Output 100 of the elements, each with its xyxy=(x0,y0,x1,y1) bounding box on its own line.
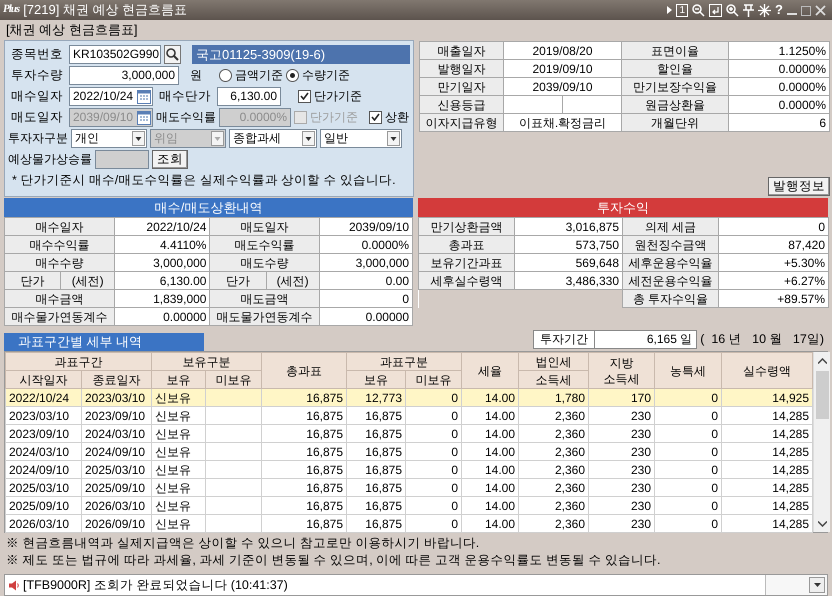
radio-label[interactable]: 수량기준 xyxy=(302,68,350,82)
row-label: 원금상환율 xyxy=(622,96,728,114)
table-cell: 16,875 xyxy=(262,442,346,460)
section-tab[interactable]: 과표구간별 세부 내역 xyxy=(4,333,204,351)
table-cell: 16,875 xyxy=(262,424,346,442)
table-cell: 2022/10/24 xyxy=(114,218,210,236)
row-label: 총과표 xyxy=(418,236,514,254)
help-button[interactable]: ? xyxy=(775,2,783,18)
table-cell: 0.00000 xyxy=(319,308,412,326)
search-button[interactable] xyxy=(164,44,181,64)
table-cell: 0 xyxy=(319,290,412,308)
scroll-up-icon[interactable] xyxy=(818,358,826,364)
table-cell: 0 xyxy=(406,514,462,532)
table-cell: 14,285 xyxy=(722,406,812,424)
column-header: 소득세 xyxy=(518,370,588,388)
section-header: 매수/매도상환내역 xyxy=(4,198,413,217)
column-header: 세율 xyxy=(462,352,518,388)
status-message: [TFB9000R] 조회가 완료되었습니다 (10:41:37) xyxy=(23,578,288,592)
column-header: 보유구분 xyxy=(152,352,262,370)
table-cell: 0 xyxy=(654,496,722,514)
table-cell: 14.00 xyxy=(462,478,518,496)
column-header: 법인세 xyxy=(518,352,588,370)
table-cell: 14.00 xyxy=(462,460,518,478)
code-field[interactable]: KR103502G990 xyxy=(69,44,161,64)
maximize-icon[interactable] xyxy=(801,4,811,16)
quantity-field[interactable]: 3,000,000 xyxy=(69,66,179,84)
table-cell: 230 xyxy=(588,478,654,496)
table-cell: 2039/09/10 xyxy=(504,78,622,96)
table-cell: 14,285 xyxy=(722,460,812,478)
issue-info-button[interactable]: 발행정보 xyxy=(768,177,830,196)
radio-button[interactable] xyxy=(219,68,232,82)
table-cell: 14.00 xyxy=(462,388,518,406)
dropdown[interactable]: 일반 xyxy=(320,128,402,148)
zoom-out-icon[interactable] xyxy=(692,4,706,16)
search-icon xyxy=(166,48,179,60)
enter-icon[interactable] xyxy=(709,4,722,16)
scrollbar-thumb[interactable] xyxy=(816,371,828,419)
table-cell: 2025/03/10 xyxy=(82,460,152,478)
column-header: 시작일자 xyxy=(6,370,82,388)
caret-icon[interactable] xyxy=(667,6,672,14)
table-cell: 2023/03/10 xyxy=(6,406,82,424)
close-icon[interactable] xyxy=(815,4,826,16)
dropdown-button[interactable] xyxy=(809,577,825,593)
table-cell: 0.0000% xyxy=(728,60,830,78)
table-cell: 16,875 xyxy=(262,388,346,406)
asterisk-icon[interactable] xyxy=(758,4,772,16)
zoom-in-icon[interactable] xyxy=(726,4,740,16)
row-label: (세전) xyxy=(60,272,115,290)
table-cell: 0 xyxy=(654,460,722,478)
table-cell: 0 xyxy=(406,460,462,478)
table-cell: 0.00000 xyxy=(114,308,210,326)
table-cell: 16,875 xyxy=(262,514,346,532)
radio-button[interactable] xyxy=(286,68,299,82)
table-cell: 2019/09/10 xyxy=(504,60,622,78)
field-label: 투자자구분 xyxy=(8,130,68,146)
radio-label[interactable]: 금액기준 xyxy=(235,68,283,82)
column-header: 과표구간 xyxy=(6,352,152,370)
dropdown[interactable]: 종합과세 xyxy=(229,128,317,148)
page-heading: [채권 예상 현금흐름표] xyxy=(5,21,138,39)
row-label: 이자지급유형 xyxy=(420,114,504,132)
row-label: 보유기간과표 xyxy=(418,254,514,272)
table-cell: 14.00 xyxy=(462,496,518,514)
note-text: ※ 현금흐름내역과 실제지급액은 상이할 수 있으니 참고로만 이용하시기 바랍니다. xyxy=(6,535,480,552)
date-field[interactable]: 2022/10/24 xyxy=(69,86,153,106)
checkbox-label[interactable]: 단가기준 xyxy=(314,88,362,104)
row-label: 매출일자 xyxy=(420,42,504,60)
table-cell: 신보유 xyxy=(152,406,206,424)
period-field: 6,165 일 xyxy=(595,330,698,349)
field-label: 매도일자 xyxy=(10,110,64,124)
column-header: 종료일자 xyxy=(82,370,152,388)
column-header: 보유 xyxy=(346,370,406,388)
table-cell: 14,285 xyxy=(722,496,812,514)
calendar-icon[interactable] xyxy=(137,88,151,104)
table-cell: 87,420 xyxy=(718,236,828,254)
table-cell: 230 xyxy=(588,424,654,442)
table-cell: 16,875 xyxy=(346,460,406,478)
field-label: 투자기간 xyxy=(533,330,596,349)
speaker-icon xyxy=(9,580,20,590)
row-label: 매도수익률 xyxy=(210,236,320,254)
price-field[interactable]: 6,130.00 xyxy=(217,86,281,106)
scroll-down-icon[interactable] xyxy=(818,520,826,526)
table-cell: 14,285 xyxy=(722,424,812,442)
table-cell: 2022/10/24 xyxy=(6,388,82,406)
table-cell: 2023/09/10 xyxy=(6,424,82,442)
table-cell: 2024/09/10 xyxy=(6,460,82,478)
field-label: 매수일자 xyxy=(10,88,64,104)
table-cell: 2023/09/10 xyxy=(82,406,152,424)
page-button[interactable]: 1 xyxy=(676,4,688,16)
table-cell: 신보유 xyxy=(152,478,206,496)
table-cell: 4.4110% xyxy=(114,236,210,254)
table-cell: 신보유 xyxy=(152,496,206,514)
table-cell: 2,360 xyxy=(518,514,588,532)
table-cell: 6 xyxy=(728,114,830,132)
table-cell: 2019/08/20 xyxy=(504,42,622,60)
table-cell: 16,875 xyxy=(346,424,406,442)
table-cell: 230 xyxy=(588,514,654,532)
checkbox[interactable] xyxy=(298,90,311,102)
dropdown[interactable]: 개인 xyxy=(71,128,147,148)
table-cell: 230 xyxy=(588,460,654,478)
pin-icon[interactable] xyxy=(743,4,754,16)
